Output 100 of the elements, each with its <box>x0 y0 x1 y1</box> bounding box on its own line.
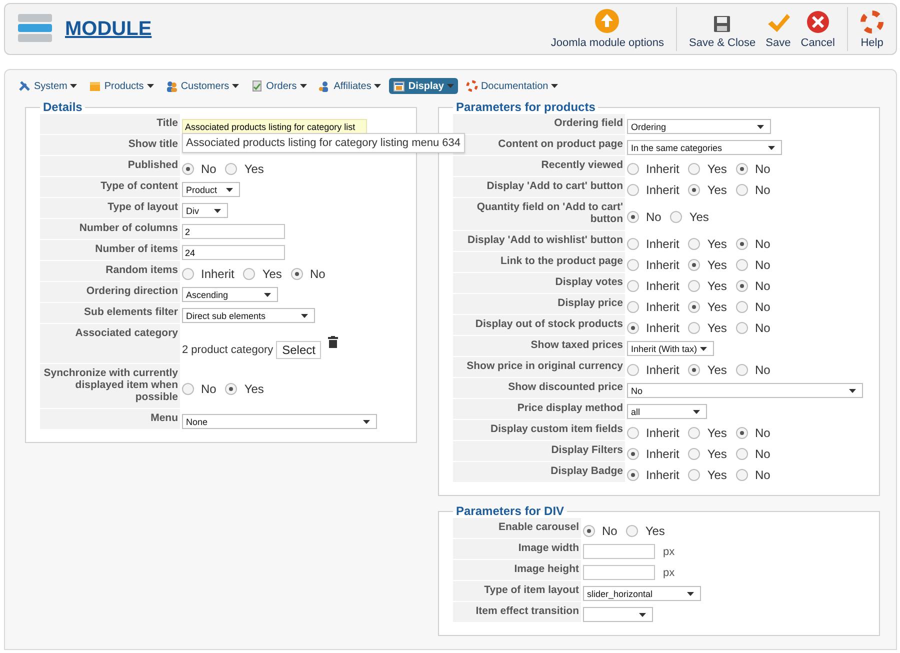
radio-button[interactable] <box>736 238 748 250</box>
caret-icon <box>363 420 370 424</box>
radio-button[interactable] <box>736 448 748 460</box>
radio-button[interactable] <box>736 300 748 312</box>
radio-button[interactable] <box>627 448 639 460</box>
radio-button[interactable] <box>688 258 700 270</box>
dropdown[interactable]: None <box>182 414 377 429</box>
radio-button[interactable] <box>688 238 700 250</box>
radio-button[interactable] <box>736 426 748 438</box>
radio-button[interactable] <box>627 300 639 312</box>
radio-button[interactable] <box>688 280 700 292</box>
input-field[interactable] <box>583 565 655 580</box>
menu-tab[interactable]: Customers <box>162 78 244 94</box>
radio-button[interactable] <box>182 268 194 280</box>
radio-button[interactable] <box>627 468 639 480</box>
option-label: Yes <box>244 382 264 396</box>
menu-tab[interactable]: Display <box>389 78 458 94</box>
field-label: Quantity field on 'Add to cart' button <box>453 198 625 231</box>
radio-button[interactable] <box>243 268 256 280</box>
radio-button[interactable] <box>290 268 303 280</box>
menu-tab[interactable]: Products <box>85 78 158 94</box>
caret-icon <box>214 208 221 212</box>
input-field[interactable] <box>583 544 655 559</box>
radio-button[interactable] <box>225 382 238 394</box>
option-label: Yes <box>707 426 727 440</box>
radio-button[interactable] <box>688 162 700 174</box>
dropdown[interactable] <box>583 607 653 622</box>
radio-button[interactable] <box>688 300 700 312</box>
dropdown[interactable]: all <box>627 404 707 419</box>
menu-tab[interactable]: Documentation <box>462 78 562 94</box>
dropdown[interactable]: Inherit (With tax) <box>627 341 714 356</box>
option-label: No <box>646 210 662 224</box>
radio-button[interactable] <box>627 322 639 334</box>
radio-button[interactable] <box>736 468 748 480</box>
radio-button[interactable] <box>688 184 700 196</box>
dropdown[interactable]: Product <box>182 182 240 197</box>
radio-button[interactable] <box>736 364 748 376</box>
page-title[interactable]: MODULE <box>65 18 152 40</box>
radio-button[interactable] <box>688 364 700 376</box>
select-button[interactable]: Select <box>276 341 322 359</box>
field-label: Ordering direction <box>40 282 180 303</box>
dropdown[interactable]: Ascending <box>182 287 278 302</box>
toolbar-button[interactable]: Joomla module options <box>546 7 668 51</box>
field-label: Display Badge <box>453 462 625 483</box>
toolbar-button[interactable]: Cancel <box>796 7 839 51</box>
radio-button[interactable] <box>627 426 639 438</box>
radio-button[interactable] <box>736 258 748 270</box>
title-field[interactable]: Associated products listing for category list <box>182 119 367 134</box>
unit-label: px <box>663 546 675 558</box>
option-label: Inherit <box>646 236 680 250</box>
field-label: Type of item layout <box>453 581 581 602</box>
field-label: Enable carousel <box>453 518 581 539</box>
radio-button[interactable] <box>736 184 748 196</box>
dropdown[interactable]: In the same categories <box>627 140 782 155</box>
radio-button[interactable] <box>626 524 638 536</box>
caret-icon <box>374 84 382 88</box>
radio-button[interactable] <box>736 162 748 174</box>
menu-tab[interactable]: System <box>15 78 82 94</box>
caret-icon <box>70 84 78 88</box>
caret-icon <box>226 188 233 192</box>
radio-button[interactable] <box>627 184 639 196</box>
trash-icon[interactable] <box>328 336 338 348</box>
input-field[interactable]: 2 <box>182 224 285 239</box>
radio-button[interactable] <box>583 524 595 536</box>
radio-button[interactable] <box>627 238 639 250</box>
toolbar-button[interactable]: Save & Close <box>685 7 760 51</box>
option-label: No <box>602 524 618 538</box>
document-icon <box>251 80 264 92</box>
radio-button[interactable] <box>182 162 194 174</box>
radio-button[interactable] <box>627 280 639 292</box>
field-label: Price display method <box>453 399 625 420</box>
dropdown[interactable]: Direct sub elements <box>182 308 315 323</box>
radio-button[interactable] <box>627 210 639 222</box>
field-label: Show discounted price <box>453 378 625 399</box>
radio-button[interactable] <box>688 468 700 480</box>
radio-button[interactable] <box>670 210 682 222</box>
caret-icon <box>639 612 646 616</box>
radio-button[interactable] <box>688 448 700 460</box>
toolbar-button[interactable]: Save <box>762 7 795 51</box>
radio-button[interactable] <box>736 322 748 334</box>
radio-button[interactable] <box>688 322 700 334</box>
radio-button[interactable] <box>627 364 639 376</box>
radio-button[interactable] <box>736 280 748 292</box>
dropdown[interactable]: slider_horizontal <box>583 586 701 601</box>
input-field[interactable]: 24 <box>182 245 285 260</box>
dropdown[interactable]: No <box>627 383 863 398</box>
radio-button[interactable] <box>688 426 700 438</box>
radio-button[interactable] <box>225 162 238 174</box>
radio-button[interactable] <box>627 162 639 174</box>
menu-tab[interactable]: Affiliates <box>314 78 386 94</box>
menu-tab[interactable]: Orders <box>247 78 311 94</box>
dropdown[interactable]: Ordering <box>627 119 771 134</box>
option-label: Yes <box>262 266 282 280</box>
toolbar-button[interactable]: Help <box>856 7 888 51</box>
radio-button[interactable] <box>627 258 639 270</box>
radio-button[interactable] <box>182 382 194 394</box>
option-label: Yes <box>707 182 727 196</box>
caret-icon <box>232 84 240 88</box>
dropdown[interactable]: Div <box>182 203 228 218</box>
option-label: No <box>754 362 770 376</box>
